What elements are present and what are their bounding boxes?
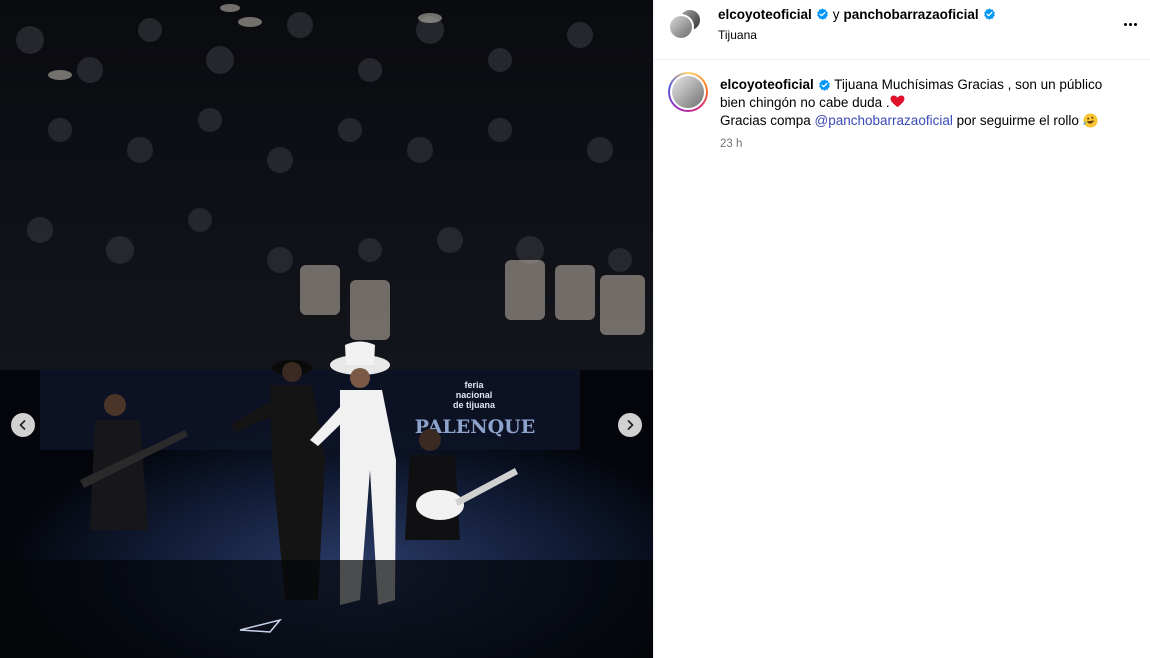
dot — [1133, 22, 1137, 26]
verified-badge-icon — [816, 8, 828, 20]
concert-photo: feria nacional de tijuana PALENQUE — [0, 0, 653, 658]
author-link-elcoyoteoficial[interactable]: elcoyoteoficial — [718, 7, 812, 22]
post-timestamp[interactable]: 23 h — [720, 138, 742, 150]
author-connector: y — [832, 7, 840, 22]
more-options-icon — [1123, 22, 1127, 26]
verified-badge-icon — [818, 79, 830, 91]
more-options-button[interactable] — [1118, 14, 1142, 34]
instagram-post-view: feria nacional de tijuana PALENQUE elcoy… — [0, 0, 1150, 658]
caption-line-3-suffix: por seguirme el rollo — [952, 113, 1079, 128]
red-heart-emoji — [890, 95, 905, 108]
avatar — [670, 74, 706, 110]
rofl-emoji — [1083, 113, 1098, 128]
post-side-panel: elcoyoteoficial y panchobarrazaoficial T… — [653, 0, 1150, 658]
collab-avatars[interactable] — [668, 8, 704, 44]
stage-sign-line3: de tijuana — [453, 400, 496, 410]
chevron-left-icon — [19, 420, 26, 430]
caption-username[interactable]: elcoyoteoficial — [720, 77, 814, 92]
mention-link[interactable]: @panchobarrazaoficial — [815, 113, 953, 128]
caption-text: elcoyoteoficial Tijuana Muchísimas Graci… — [720, 76, 1130, 130]
carousel-next-button[interactable] — [618, 413, 642, 437]
carousel-prev-button[interactable] — [11, 413, 35, 437]
post-header: elcoyoteoficial y panchobarrazaoficial T… — [654, 0, 1150, 60]
verified-badge-icon — [983, 8, 995, 20]
stage-sign-line2: nacional — [456, 390, 493, 400]
caption-avatar-story-ring[interactable] — [668, 72, 708, 112]
caption-line-2: bien chingón no cabe duda . — [720, 95, 890, 110]
caption-line-3-prefix: Gracias compa — [720, 113, 815, 128]
post-location[interactable]: Tijuana — [718, 28, 757, 42]
avatar-elcoyoteoficial[interactable] — [668, 14, 694, 40]
chevron-right-icon — [627, 420, 634, 430]
stage-sign-line1: feria — [464, 380, 484, 390]
dot — [1128, 22, 1132, 26]
post-photo: feria nacional de tijuana PALENQUE — [0, 0, 653, 658]
author-link-panchobarrazaoficial[interactable]: panchobarrazaoficial — [844, 7, 979, 22]
post-authors: elcoyoteoficial y panchobarrazaoficial — [718, 7, 996, 22]
caption-line-1: Tijuana Muchísimas Gracias , son un públ… — [834, 77, 1103, 92]
